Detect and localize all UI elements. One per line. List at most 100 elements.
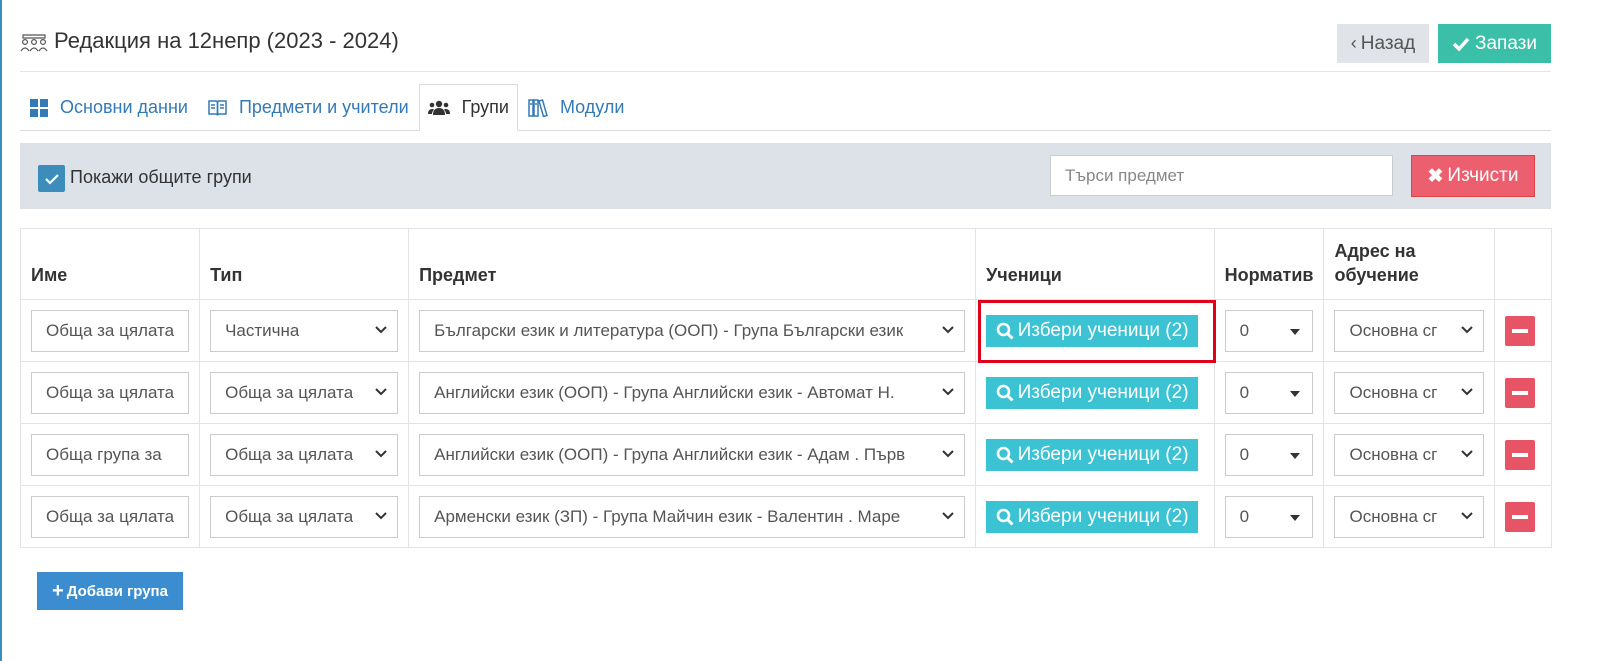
chevron-down-icon — [942, 325, 954, 333]
search-icon — [996, 322, 1014, 340]
select-students-button[interactable]: Избери ученици (2) — [986, 500, 1199, 533]
minus-icon — [1512, 390, 1529, 395]
cell-students: Избери ученици (2) — [975, 485, 1215, 548]
norm-select[interactable]: 0 — [1224, 371, 1314, 414]
clear-button[interactable]: ✖ Изчисти — [1411, 155, 1535, 197]
remove-row-button[interactable] — [1505, 501, 1536, 532]
save-label: Запази — [1474, 32, 1537, 54]
subject-value: Английски език (ООП) - Група Английски е… — [434, 382, 895, 402]
search-icon — [996, 384, 1014, 402]
address-select[interactable]: Основна сг — [1334, 309, 1485, 352]
address-select[interactable]: Основна сг — [1334, 495, 1485, 538]
title-wrap: Редакция на 12непр (2023 - 2024) — [20, 28, 399, 54]
select-students-button[interactable]: Избери ученици (2) — [986, 438, 1199, 471]
select-students-button[interactable]: Избери ученици (2) — [986, 314, 1199, 347]
address-header-line1: Адрес на — [1334, 241, 1416, 261]
caret-down-icon — [1290, 328, 1301, 335]
cell-address: Основна сг — [1323, 485, 1496, 548]
remove-row-button[interactable] — [1505, 439, 1536, 470]
cell-name: Обща за цялата — [19, 361, 201, 424]
subject-select[interactable]: Арменски език (ЗП) - Група Майчин език -… — [419, 495, 966, 538]
clear-label: Изчисти — [1447, 165, 1519, 186]
address-value: Основна сг — [1349, 506, 1438, 526]
cell-subject: Арменски език (ЗП) - Група Майчин език -… — [408, 485, 977, 548]
filter-bar: Покажи общите групи ✖ Изчисти — [20, 143, 1551, 209]
cell-students: Избери ученици (2) — [975, 299, 1215, 362]
cell-name: Обща за цялата — [19, 485, 201, 548]
check-icon — [1452, 36, 1470, 52]
select-students-label: Избери ученици (2) — [1017, 319, 1189, 341]
subject-select[interactable]: Английски език (ООП) - Група Английски е… — [419, 371, 966, 414]
show-common-groups-checkbox[interactable] — [38, 165, 65, 192]
close-icon: ✖ — [1427, 165, 1444, 187]
show-common-groups-label[interactable]: Покажи общите групи — [70, 167, 252, 188]
cell-address: Основна сг — [1323, 299, 1496, 362]
book-icon — [208, 99, 233, 116]
norm-select[interactable]: 0 — [1224, 309, 1314, 352]
tab-groups[interactable]: Групи — [418, 84, 518, 131]
group-name-input[interactable]: Обща за цялата — [31, 371, 190, 414]
select-students-label: Избери ученици (2) — [1017, 505, 1189, 527]
address-value: Основна сг — [1349, 444, 1438, 464]
group-name-input[interactable]: Обща за цялата — [31, 495, 190, 538]
caret-down-icon — [1290, 514, 1301, 521]
group-type-select[interactable]: Обща за цялата — [210, 495, 399, 538]
add-group-button[interactable]: + Добави група — [37, 572, 183, 610]
users-icon — [427, 100, 456, 116]
group-name-value: Обща за цялата — [46, 320, 175, 340]
cell-type: Обща за цялата — [199, 485, 410, 548]
tab-basic-data[interactable]: Основни данни — [20, 84, 198, 131]
tab-label: Модули — [559, 97, 625, 117]
group-type-select[interactable]: Частична — [210, 309, 399, 352]
table-header-row: Име Тип Предмет Ученици Норматив Адрес н… — [19, 228, 1552, 300]
tab-label: Основни данни — [60, 97, 188, 117]
group-type-select[interactable]: Обща за цялата — [210, 433, 399, 476]
header-buttons: ‹ Назад Запази — [1337, 24, 1551, 63]
cell-address: Основна сг — [1323, 361, 1496, 424]
address-select[interactable]: Основна сг — [1334, 371, 1485, 414]
add-group-label: Добави група — [66, 582, 168, 600]
group-type-value: Частична — [225, 320, 300, 340]
tab-bar: Основни данни Предмети и учители Групи М… — [20, 84, 1551, 131]
group-type-value: Обща за цялата — [225, 444, 354, 464]
caret-down-icon — [1290, 390, 1301, 397]
col-header-address: Адрес на обучение — [1323, 228, 1496, 300]
cell-students: Избери ученици (2) — [975, 423, 1215, 486]
cell-actions — [1494, 485, 1552, 548]
norm-select[interactable]: 0 — [1224, 495, 1314, 538]
address-select[interactable]: Основна сг — [1334, 433, 1485, 476]
cell-subject: Английски език (ООП) - Група Английски е… — [408, 423, 977, 486]
search-icon — [996, 508, 1014, 526]
tab-subjects-teachers[interactable]: Предмети и учители — [198, 84, 419, 131]
remove-row-button[interactable] — [1505, 315, 1536, 346]
group-type-select[interactable]: Обща за цялата — [210, 371, 399, 414]
cell-type: Обща за цялата — [199, 423, 410, 486]
groups-table: Име Тип Предмет Ученици Норматив Адрес н… — [19, 228, 1552, 548]
tab-modules[interactable]: Модули — [518, 84, 634, 131]
group-name-input[interactable]: Обща за цялата — [31, 309, 190, 352]
address-header-line2: обучение — [1334, 265, 1419, 285]
cell-type: Обща за цялата — [199, 361, 410, 424]
subject-search-input[interactable] — [1050, 155, 1393, 196]
search-icon — [996, 446, 1014, 464]
chevron-down-icon — [1461, 449, 1474, 457]
cell-subject: Английски език (ООП) - Група Английски е… — [408, 361, 977, 424]
cell-norm: 0 — [1213, 361, 1325, 424]
group-name-value: Обща за цялата — [46, 382, 175, 402]
group-name-input[interactable]: Обща група за — [31, 433, 190, 476]
norm-select[interactable]: 0 — [1224, 433, 1314, 476]
back-button[interactable]: ‹ Назад — [1337, 24, 1429, 63]
save-button[interactable]: Запази — [1438, 24, 1551, 63]
subject-select[interactable]: Английски език (ООП) - Група Английски е… — [419, 433, 966, 476]
cell-actions — [1494, 361, 1552, 424]
group-type-value: Обща за цялата — [225, 506, 354, 526]
check-icon — [44, 173, 59, 185]
subject-select[interactable]: Български език и литература (ООП) - Груп… — [419, 309, 966, 352]
page-header: Редакция на 12непр (2023 - 2024) ‹ Назад… — [20, 24, 1551, 72]
norm-value: 0 — [1239, 506, 1250, 526]
table-row: Обща за цялата Обща за цялата Арменски е… — [19, 485, 1552, 548]
cell-norm: 0 — [1213, 299, 1325, 362]
remove-row-button[interactable] — [1505, 377, 1536, 408]
select-students-button[interactable]: Избери ученици (2) — [986, 376, 1199, 409]
page-title: Редакция на 12непр (2023 - 2024) — [54, 28, 399, 53]
